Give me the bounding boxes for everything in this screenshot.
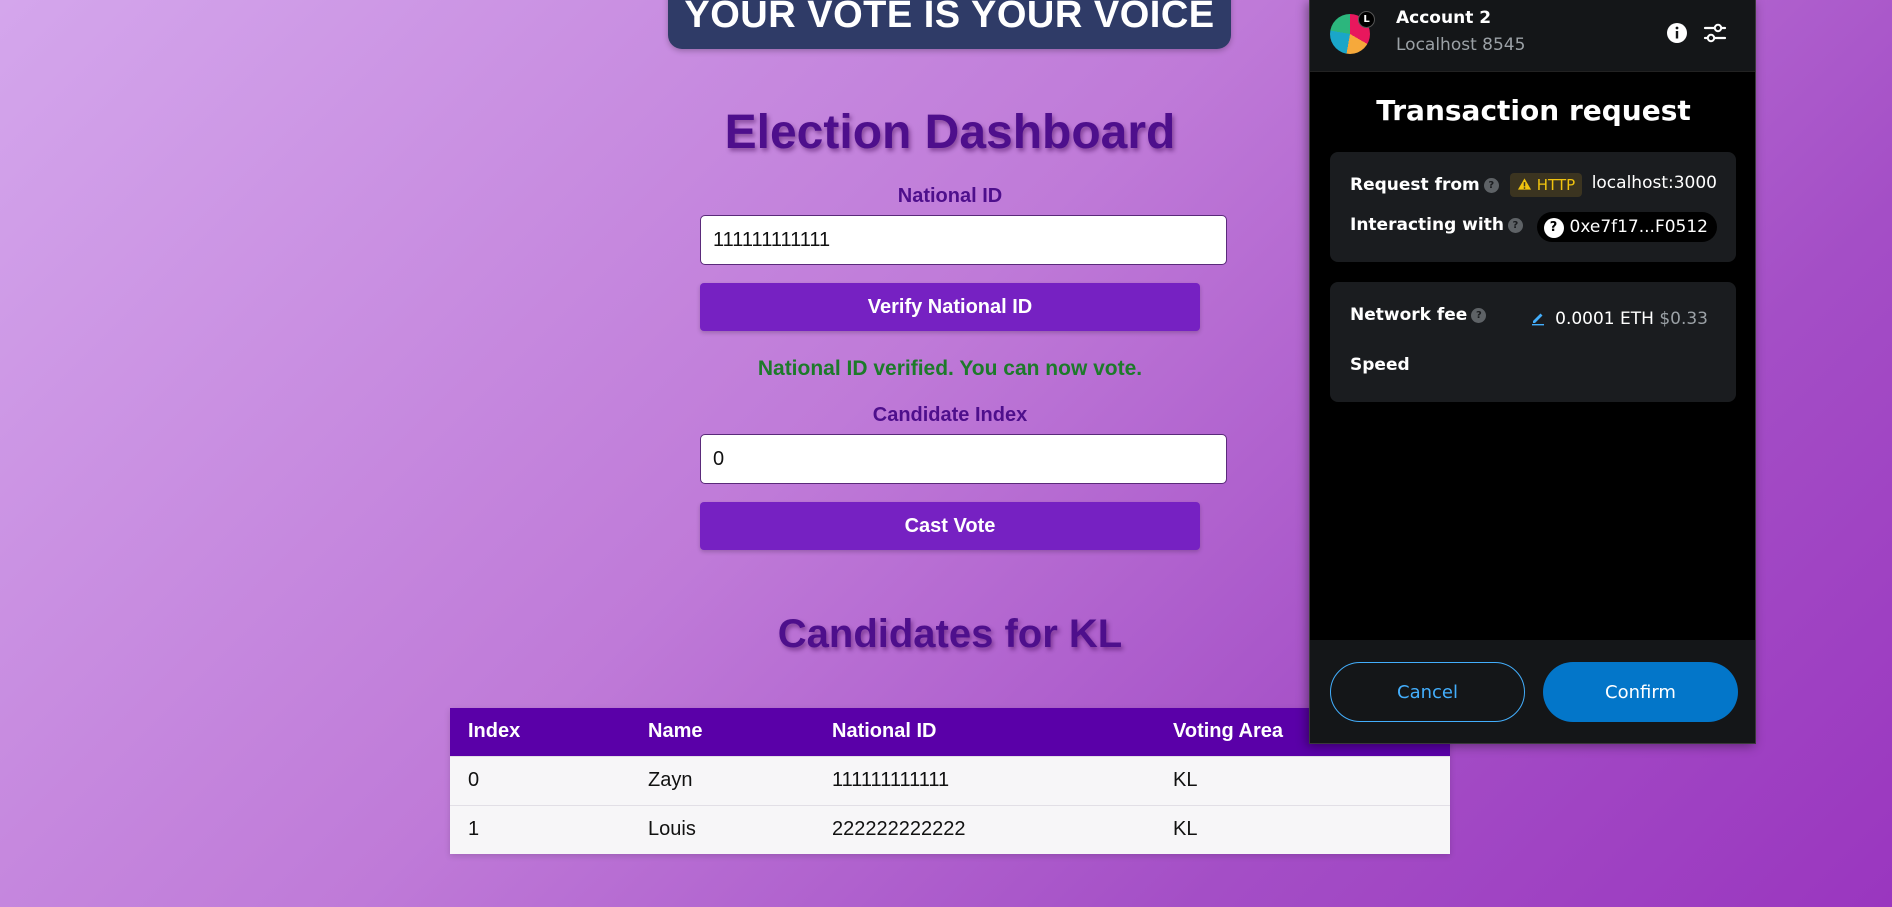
help-icon[interactable]: ?: [1507, 218, 1523, 233]
candidates-title: Candidates for KL: [777, 612, 1123, 656]
contract-address-pill[interactable]: ? 0xe7f17...F0512: [1536, 212, 1717, 242]
table-row: 1 Louis 222222222222 KL: [450, 804, 1450, 854]
cancel-button[interactable]: Cancel: [1330, 662, 1525, 722]
fee-card: Network fee? 0.0001 ETH $0.33 Speed: [1330, 282, 1736, 402]
warning-icon: [1517, 178, 1532, 190]
column-header-national-id: National ID: [814, 708, 1155, 756]
settings-sliders-icon[interactable]: [1702, 21, 1728, 45]
candidate-index-input[interactable]: [700, 434, 1227, 484]
transaction-title: Transaction request: [1376, 94, 1691, 127]
pencil-icon[interactable]: [1530, 310, 1546, 326]
unknown-contract-icon: ?: [1543, 218, 1564, 238]
info-icon[interactable]: [1665, 21, 1689, 45]
national-id-label: National ID: [897, 185, 1003, 207]
account-name: Account 2: [1396, 8, 1492, 28]
confirm-button[interactable]: Confirm: [1543, 662, 1738, 722]
banner-text: YOUR VOTE IS YOUR VOICE: [684, 0, 1215, 36]
network-name: Localhost 8545: [1396, 35, 1526, 55]
network-fee-value: 0.0001 ETH $0.33: [1530, 309, 1708, 329]
fee-usd: $0.33: [1659, 309, 1708, 329]
candidates-table: Index Name National ID Voting Area 0 Zay…: [450, 708, 1450, 854]
cell-national-id: 111111111111: [814, 755, 1155, 805]
candidate-index-label: Candidate Index: [872, 404, 1028, 426]
verification-status-message: National ID verified. You can now vote.: [757, 357, 1143, 380]
column-header-index: Index: [450, 708, 630, 756]
interacting-with-label: Interacting with: [1350, 215, 1504, 235]
network-fee-row: Network fee?: [1350, 305, 1487, 325]
cell-name: Louis: [630, 804, 814, 854]
network-fee-label: Network fee: [1350, 305, 1468, 325]
request-origin: localhost:3000: [1591, 173, 1717, 193]
contract-address: 0xe7f17...F0512: [1569, 217, 1709, 237]
table-row: 0 Zayn 111111111111 KL: [450, 755, 1450, 805]
cell-index: 1: [450, 804, 630, 854]
cast-vote-button[interactable]: Cast Vote: [700, 502, 1200, 550]
national-id-input[interactable]: [700, 215, 1227, 265]
help-icon[interactable]: ?: [1471, 308, 1487, 323]
fee-eth: 0.0001 ETH: [1555, 309, 1654, 329]
cell-national-id: 222222222222: [814, 804, 1155, 854]
table-header-row: Index Name National ID Voting Area: [450, 708, 1450, 756]
verify-national-id-button[interactable]: Verify National ID: [700, 283, 1200, 331]
banner: YOUR VOTE IS YOUR VOICE: [668, 0, 1231, 49]
http-warning-badge: HTTP: [1510, 173, 1583, 197]
interacting-with-row: Interacting with?: [1350, 215, 1523, 235]
page-title: Election Dashboard: [724, 106, 1176, 159]
cell-voting-area: KL: [1155, 755, 1450, 805]
request-from-label: Request from: [1350, 175, 1480, 195]
http-badge-label: HTTP: [1536, 176, 1576, 194]
cell-index: 0: [450, 755, 630, 805]
cell-voting-area: KL: [1155, 804, 1450, 854]
request-details-card: Request from? HTTP localhost:3000 Intera…: [1330, 152, 1736, 262]
avatar-badge: L: [1358, 11, 1375, 28]
cell-name: Zayn: [630, 755, 814, 805]
help-icon[interactable]: ?: [1483, 178, 1499, 193]
wallet-popup: L Account 2 Localhost 8545 Transaction r…: [1309, 0, 1756, 744]
wallet-header: L Account 2 Localhost 8545: [1310, 0, 1755, 72]
column-header-name: Name: [630, 708, 814, 756]
wallet-footer: Cancel Confirm: [1310, 640, 1755, 743]
speed-label: Speed: [1350, 355, 1410, 375]
request-from-row: Request from?: [1350, 175, 1499, 195]
